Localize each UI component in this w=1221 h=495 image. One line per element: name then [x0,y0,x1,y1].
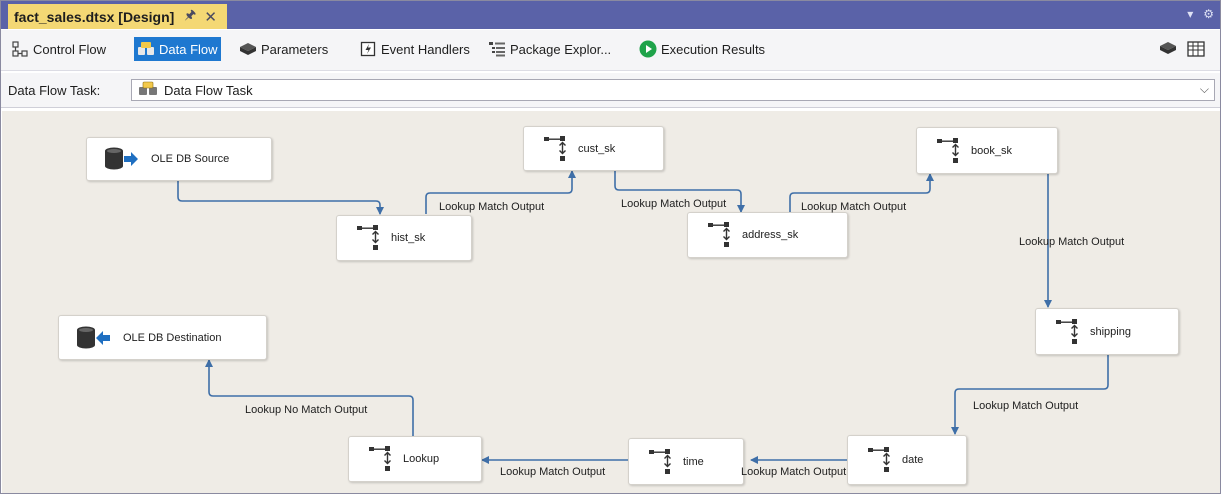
component-ole-db-destination[interactable]: OLE DB Destination [58,315,267,360]
variables-grid-icon[interactable] [1187,41,1205,59]
tab-label: Package Explor... [510,41,612,57]
component-label: Lookup [403,453,440,465]
lookup-transform-icon [649,448,671,474]
path-label-lookup-to-destination[interactable]: Lookup No Match Output [245,404,367,416]
component-label: cust_sk [578,142,616,155]
document-tab-bar: fact_sales.dtsx [Design] 🖈︎ ✕ ▾ ⚙ [1,1,1220,29]
tab-label: Control Flow [33,41,106,57]
component-hist-sk[interactable]: hist_sk [336,215,472,261]
tab-package-explorer[interactable]: Package Explor... [485,37,614,61]
component-date[interactable]: date [847,435,967,485]
lookup-transform-icon [708,222,730,247]
data-flow-icon [137,40,155,58]
component-address-sk[interactable]: address_sk [687,212,848,258]
component-cust-sk[interactable]: cust_sk [523,126,664,171]
component-label: date [902,454,924,466]
path-label-shipping-to-date[interactable]: Lookup Match Output [973,400,1078,412]
window-controls: ▾ ⚙ [1187,7,1214,21]
component-label: shipping [1090,325,1131,338]
component-ole-db-source[interactable]: OLE DB Source [86,137,272,181]
task-selector-label: Data Flow Task: [8,83,101,98]
lookup-transform-icon [357,225,379,250]
control-flow-icon [11,40,29,58]
document-tab[interactable]: fact_sales.dtsx [Design] 🖈︎ ✕ [8,4,227,29]
tab-control-flow[interactable]: Control Flow [8,37,109,61]
path-label-time-to-lookup[interactable]: Lookup Match Output [500,466,605,478]
task-selector-bar: Data Flow Task: Data Flow Task ⌵ [1,73,1220,108]
tab-label: Execution Results [661,41,766,57]
tab-parameters[interactable]: Parameters [236,37,331,61]
tab-event-handlers[interactable]: Event Handlers [356,37,473,61]
document-title: fact_sales.dtsx [Design] [14,8,175,25]
component-label: time [683,455,704,468]
pin-icon[interactable]: 🖈︎ [184,6,196,28]
parameters-toggle-icon[interactable] [1159,41,1177,59]
chevron-down-icon[interactable]: ⌵ [1200,82,1209,97]
tab-execution-results[interactable]: Execution Results [636,37,768,61]
component-label: OLE DB Source [151,153,230,165]
tab-data-flow[interactable]: Data Flow [134,37,221,61]
tab-label: Data Flow [159,41,218,57]
designer-window: fact_sales.dtsx [Design] 🖈︎ ✕ ▾ ⚙ Contro… [0,0,1221,494]
path-label-hist-to-cust[interactable]: Lookup Match Output [439,201,544,213]
tab-label: Parameters [261,41,329,57]
component-label: hist_sk [391,232,426,244]
database-source-icon [105,147,138,170]
lookup-transform-icon [544,135,566,161]
path-label-cust-to-address[interactable]: Lookup Match Output [621,198,726,210]
path-label-book-to-shipping[interactable]: Lookup Match Output [1019,236,1124,248]
dropdown-icon[interactable]: ▾ [1187,7,1193,21]
designer-tabs: Control Flow Data Flow Parameters Event … [1,30,1220,71]
tab-label: Event Handlers [381,41,470,57]
lookup-transform-icon [937,137,959,163]
component-label: book_sk [971,144,1012,157]
lookup-transform-icon [369,446,391,471]
lookup-transform-icon [1056,318,1078,344]
lookup-transform-icon [868,447,890,472]
task-selector-value: Data Flow Task [164,82,253,98]
path-label-address-to-book[interactable]: Lookup Match Output [801,201,906,213]
package-explorer-icon [488,40,506,58]
event-handlers-icon [359,40,377,58]
component-shipping[interactable]: shipping [1035,308,1179,355]
close-icon[interactable]: ✕ [204,8,217,26]
path-label-date-to-time[interactable]: Lookup Match Output [741,466,846,478]
component-label: OLE DB Destination [123,331,222,344]
component-time[interactable]: time [628,438,744,485]
data-flow-task-select[interactable]: Data Flow Task ⌵ [131,79,1215,101]
component-book-sk[interactable]: book_sk [916,127,1058,174]
component-label: address_sk [742,229,799,241]
database-destination-icon [77,326,110,348]
data-flow-task-icon [138,81,158,99]
component-lookup[interactable]: Lookup [348,436,482,482]
execution-results-icon [639,40,657,58]
settings-icon[interactable]: ⚙ [1203,7,1214,21]
parameters-icon [239,40,257,58]
